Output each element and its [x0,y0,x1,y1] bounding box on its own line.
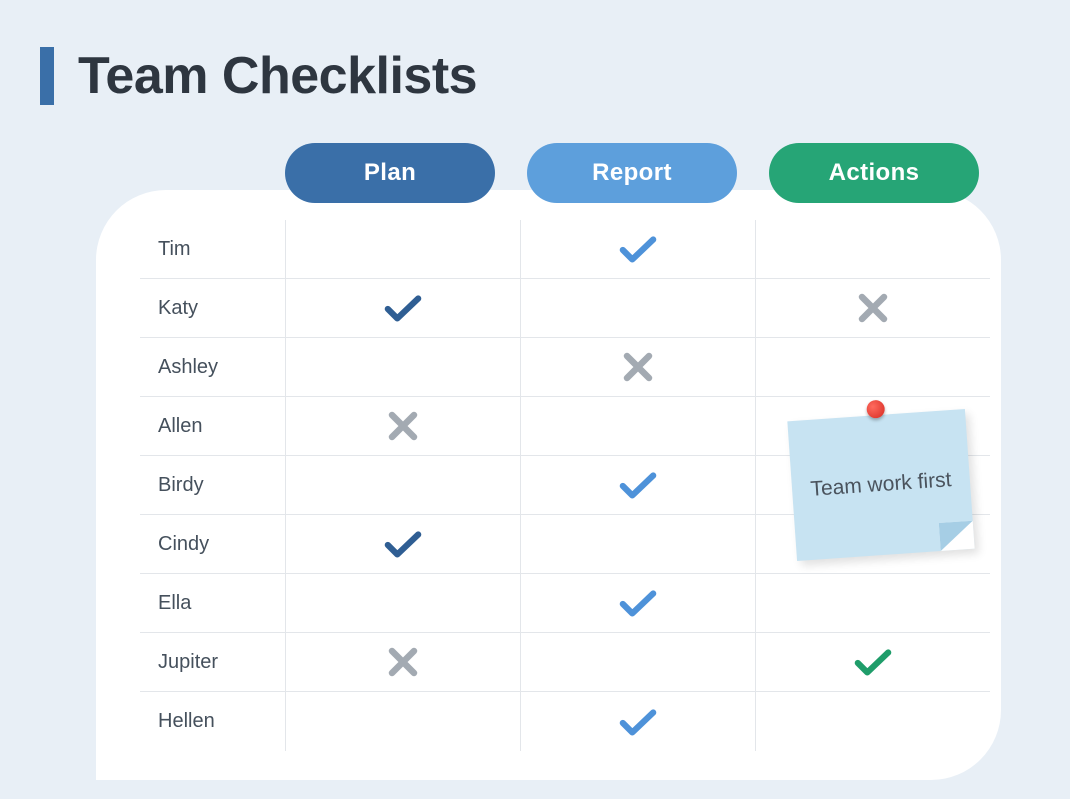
table-cell[interactable] [520,633,755,691]
row-name: Birdy [140,474,285,497]
table-row: Katy [140,279,990,338]
row-name: Ashley [140,356,285,379]
pin-icon [866,400,885,419]
cross-icon [619,351,657,383]
table-row: Ashley [140,338,990,397]
row-name: Allen [140,415,285,438]
table-row: Tim [140,220,990,279]
row-name: Tim [140,238,285,261]
table-row: Ella [140,574,990,633]
cross-icon [854,292,892,324]
table-cell[interactable] [755,279,990,337]
table-cell[interactable] [520,279,755,337]
row-name: Jupiter [140,651,285,674]
table-cell[interactable] [520,574,755,632]
cross-icon [384,410,422,442]
table-cell[interactable] [285,220,520,278]
title-accent-bar [40,47,54,105]
table-row: Hellen [140,692,990,751]
sticky-note-fold [939,521,975,551]
check-icon [619,469,657,501]
table-cell[interactable] [285,338,520,396]
table-cell[interactable] [755,220,990,278]
check-icon [619,706,657,738]
table-cell[interactable] [285,574,520,632]
column-header-row: Plan Report Actions [285,143,979,203]
table-cell[interactable] [285,397,520,455]
table-row: Jupiter [140,633,990,692]
row-name: Cindy [140,533,285,556]
cross-icon [384,646,422,678]
table-cell[interactable] [755,633,990,691]
table-cell[interactable] [285,515,520,573]
column-header-report[interactable]: Report [527,143,737,203]
check-icon [854,646,892,678]
table-cell[interactable] [520,220,755,278]
table-cell[interactable] [520,692,755,751]
row-name: Ella [140,592,285,615]
check-icon [384,528,422,560]
table-cell[interactable] [285,633,520,691]
title-block: Team Checklists [40,46,477,106]
sticky-note[interactable]: Team work first [787,409,974,561]
sticky-note-text: Team work first [810,466,953,504]
check-icon [619,233,657,265]
row-name: Hellen [140,710,285,733]
table-cell[interactable] [520,456,755,514]
check-icon [384,292,422,324]
check-icon [619,587,657,619]
table-cell[interactable] [285,692,520,751]
page-title: Team Checklists [78,46,477,106]
table-cell[interactable] [755,692,990,751]
table-cell[interactable] [755,338,990,396]
row-name: Katy [140,297,285,320]
table-cell[interactable] [520,397,755,455]
column-header-plan[interactable]: Plan [285,143,495,203]
table-cell[interactable] [285,279,520,337]
table-cell[interactable] [755,574,990,632]
table-cell[interactable] [285,456,520,514]
table-cell[interactable] [520,338,755,396]
column-header-actions[interactable]: Actions [769,143,979,203]
table-cell[interactable] [520,515,755,573]
